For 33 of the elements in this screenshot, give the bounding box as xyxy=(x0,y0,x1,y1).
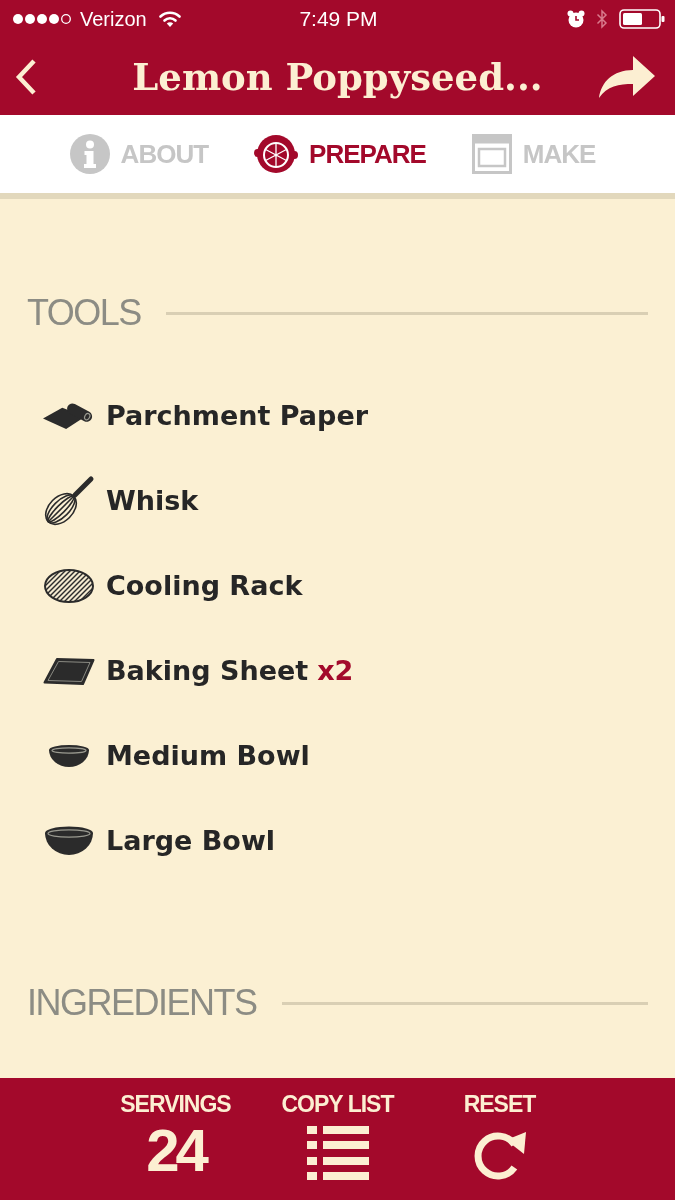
bowl-icon xyxy=(47,743,91,768)
signal-strength-icon xyxy=(12,13,72,25)
section-heading: TOOLS xyxy=(27,292,141,334)
share-icon xyxy=(599,55,655,98)
back-chevron-icon xyxy=(14,57,38,96)
section-heading: INGREDIENTS xyxy=(27,982,257,1024)
list-icon xyxy=(306,1126,369,1180)
wifi-icon xyxy=(158,11,181,27)
tool-name: Whisk xyxy=(106,485,199,516)
cooling-rack-icon xyxy=(43,567,95,604)
tab[interactable]: PREPARE xyxy=(254,134,426,174)
tool-name: Medium Bowl xyxy=(106,740,310,771)
whisk-icon xyxy=(43,474,95,527)
clock-time: 7:49 PM xyxy=(299,7,378,31)
quantity-text: x2 xyxy=(317,655,354,686)
parchment-roll-icon xyxy=(43,400,95,431)
recipe-title: Lemon Poppyseed... xyxy=(131,54,544,99)
alarm-clock-icon xyxy=(567,10,585,28)
baking-sheet-icon xyxy=(43,655,95,686)
lemon-slice-icon xyxy=(254,134,299,174)
bowl-icon xyxy=(43,824,95,857)
oven-icon xyxy=(471,134,512,174)
tool-name: Large Bowl xyxy=(106,825,276,856)
tool-name: Baking Sheet xyxy=(106,655,309,686)
battery-icon xyxy=(619,9,665,29)
carrier-name: Verizon xyxy=(80,7,147,31)
tool-name: Parchment Paper xyxy=(106,400,369,431)
bluetooth-icon xyxy=(596,9,608,29)
tool-name: Cooling Rack xyxy=(106,570,303,601)
servings-button[interactable]: SERVINGS 24 xyxy=(94,1078,257,1190)
copy-list-button[interactable]: COPY LIST xyxy=(256,1078,419,1188)
reset-button[interactable]: RESET xyxy=(418,1078,581,1190)
info-icon xyxy=(69,134,110,174)
